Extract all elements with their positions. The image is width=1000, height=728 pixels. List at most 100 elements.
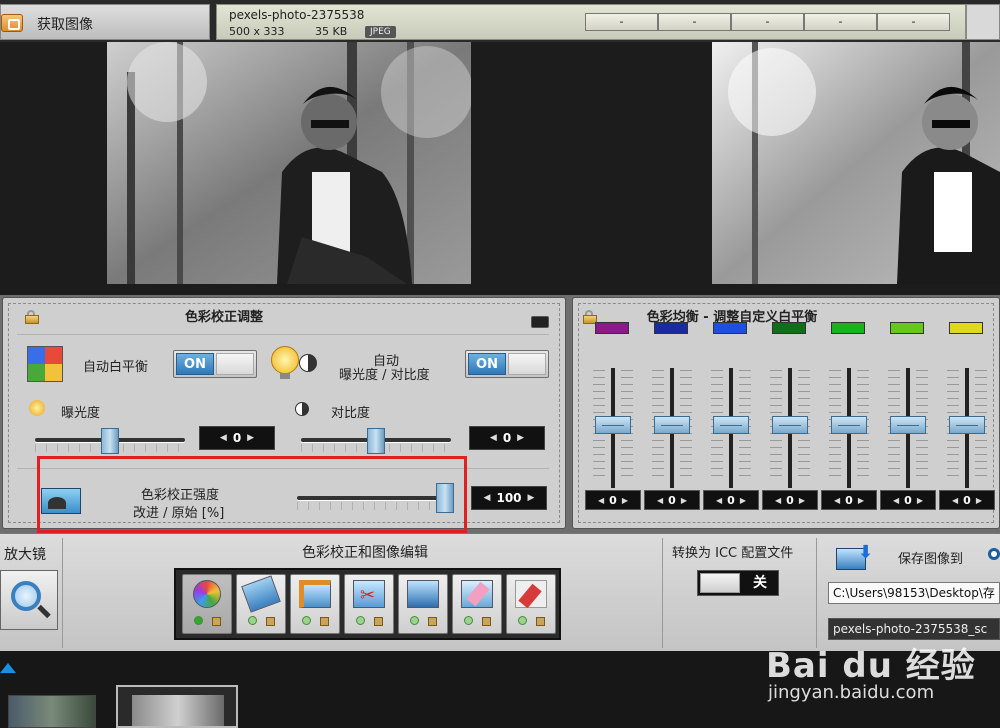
increment-icon[interactable]: ▶ xyxy=(740,496,746,505)
decrement-icon[interactable]: ◀ xyxy=(657,496,663,505)
channel-stepper[interactable]: ◀ 0 ▶ xyxy=(585,490,641,510)
channel-swatch xyxy=(890,322,924,334)
channel-value: 0 xyxy=(609,493,617,507)
exposure-label: 曝光度 xyxy=(61,406,101,421)
window-control[interactable] xyxy=(966,4,1000,40)
radio-icon[interactable] xyxy=(988,548,1000,560)
exposure-stepper[interactable]: ◀ 0 ▶ xyxy=(199,426,275,450)
slider-thumb[interactable] xyxy=(772,416,808,434)
save-icon[interactable]: ⬇ xyxy=(836,542,880,574)
decrement-icon[interactable]: ◀ xyxy=(834,496,840,505)
icc-toggle-label: 关 xyxy=(753,575,767,591)
channel-value: 0 xyxy=(963,493,971,507)
folder-icon xyxy=(1,14,23,32)
strength-stepper[interactable]: ◀ 100 ▶ xyxy=(471,486,547,510)
highlight-box xyxy=(37,456,467,533)
magnifier-button[interactable] xyxy=(0,570,58,630)
channel-stepper[interactable]: ◀ 0 ▶ xyxy=(762,490,818,510)
bottom-toolbar: 放大镜 色彩校正和图像编辑 ✂ 转换为 ICC 配置文件 关 ⬇ 保存图像到 C… xyxy=(0,533,1000,651)
increment-icon[interactable]: ▶ xyxy=(976,496,982,505)
top-bar: 获取图像 pexels-photo-2375538 500 x 333 35 K… xyxy=(0,0,1000,42)
slider-thumb[interactable] xyxy=(890,416,926,434)
history-slot[interactable]: - xyxy=(731,13,804,31)
slider-thumb[interactable] xyxy=(654,416,690,434)
slider-thumb[interactable] xyxy=(949,416,985,434)
channel-stepper[interactable]: ◀ 0 ▶ xyxy=(821,490,877,510)
save-path-field[interactable]: C:\Users\98153\Desktop\存 xyxy=(828,582,1000,604)
history-slot[interactable]: - xyxy=(585,13,658,31)
rotate-tool[interactable] xyxy=(236,574,286,634)
file-size: 35 KB xyxy=(315,25,348,38)
original-image xyxy=(107,42,471,284)
decrement-icon: ◀ xyxy=(489,433,497,443)
decrement-icon[interactable]: ◀ xyxy=(716,496,722,505)
increment-icon[interactable]: ▶ xyxy=(799,496,805,505)
channel-slider[interactable] xyxy=(711,348,751,488)
increment-icon[interactable]: ▶ xyxy=(622,496,628,505)
edit-section-label: 色彩校正和图像编辑 xyxy=(302,545,428,561)
eraser-icon xyxy=(461,580,493,608)
file-name: pexels-photo-2375538 xyxy=(229,8,365,22)
channel-slider[interactable] xyxy=(652,348,692,488)
channel-swatch xyxy=(772,322,806,334)
thumbnail-selected[interactable] xyxy=(116,685,238,728)
auto-exposure-label-2: 曝光度 / 对比度 xyxy=(339,368,430,383)
decrement-icon[interactable]: ◀ xyxy=(952,496,958,505)
channel-slider[interactable] xyxy=(888,348,928,488)
channel-value: 0 xyxy=(668,493,676,507)
contrast-stepper[interactable]: ◀ 0 ▶ xyxy=(469,426,545,450)
history-slot[interactable]: - xyxy=(877,13,950,31)
color-balance-panel: 色彩均衡 - 调整自定义白平衡 ◀ 0 ▶ ◀ 0 ▶ ◀ 0 ▶ ◀ 0 ▶ ◀ 0 ▶ ◀ 0 ▶ ◀ 0 ▶ xyxy=(572,297,1000,529)
toggle-on-label: ON xyxy=(176,353,214,375)
decrement-icon[interactable]: ◀ xyxy=(893,496,899,505)
channel-slider[interactable] xyxy=(947,348,987,488)
channel-stepper[interactable]: ◀ 0 ▶ xyxy=(880,490,936,510)
increment-icon[interactable]: ▶ xyxy=(858,496,864,505)
save-label: 保存图像到 xyxy=(898,552,964,567)
channel-slider[interactable] xyxy=(829,348,869,488)
color-correction-title: 色彩校正调整 xyxy=(184,310,263,325)
auto-white-balance-toggle[interactable]: ON xyxy=(173,350,257,378)
thumbnail[interactable] xyxy=(8,695,96,728)
increment-icon[interactable]: ▶ xyxy=(681,496,687,505)
padlock-icon xyxy=(374,617,383,626)
cut-tool[interactable]: ✂ xyxy=(344,574,394,634)
channel-stepper[interactable]: ◀ 0 ▶ xyxy=(939,490,995,510)
save-filename-field[interactable]: pexels-photo-2375538_sc xyxy=(828,618,1000,640)
auto-white-balance-label: 自动白平衡 xyxy=(83,360,149,375)
channel-swatch xyxy=(595,322,629,334)
channel-stepper[interactable]: ◀ 0 ▶ xyxy=(644,490,700,510)
resize-tool[interactable] xyxy=(398,574,448,634)
decrement-icon[interactable]: ◀ xyxy=(598,496,604,505)
channel-stepper[interactable]: ◀ 0 ▶ xyxy=(703,490,759,510)
increment-icon: ▶ xyxy=(247,433,255,443)
channel-slider[interactable] xyxy=(770,348,810,488)
history-slot[interactable]: - xyxy=(658,13,731,31)
slider-thumb[interactable] xyxy=(713,416,749,434)
icc-toggle[interactable]: 关 xyxy=(697,570,779,596)
slider-thumb[interactable] xyxy=(367,428,385,454)
retouch-tool[interactable] xyxy=(452,574,502,634)
decrement-icon[interactable]: ◀ xyxy=(775,496,781,505)
increment-icon[interactable]: ▶ xyxy=(917,496,923,505)
padlock-icon xyxy=(536,617,545,626)
color-correction-tool[interactable] xyxy=(182,574,232,634)
history-slot[interactable]: - xyxy=(804,13,877,31)
red-eye-tool[interactable] xyxy=(506,574,556,634)
acquire-image-button[interactable]: 获取图像 xyxy=(0,4,210,40)
slider-thumb[interactable] xyxy=(101,428,119,454)
increment-icon: ▶ xyxy=(517,433,525,443)
slider-thumb[interactable] xyxy=(595,416,631,434)
expand-arrow-icon[interactable] xyxy=(0,663,16,673)
history-slots: - - - - - xyxy=(585,13,950,31)
bulb-icon xyxy=(271,346,319,382)
corrected-image xyxy=(712,42,1000,284)
crop-tool[interactable] xyxy=(290,574,340,634)
auto-exposure-contrast-toggle[interactable]: ON xyxy=(465,350,549,378)
slider-thumb[interactable] xyxy=(831,416,867,434)
contrast-slider[interactable] xyxy=(301,428,451,454)
exposure-slider[interactable] xyxy=(35,428,185,454)
icc-label: 转换为 ICC 配置文件 xyxy=(672,546,794,561)
channel-value: 0 xyxy=(786,493,794,507)
channel-slider[interactable] xyxy=(593,348,633,488)
